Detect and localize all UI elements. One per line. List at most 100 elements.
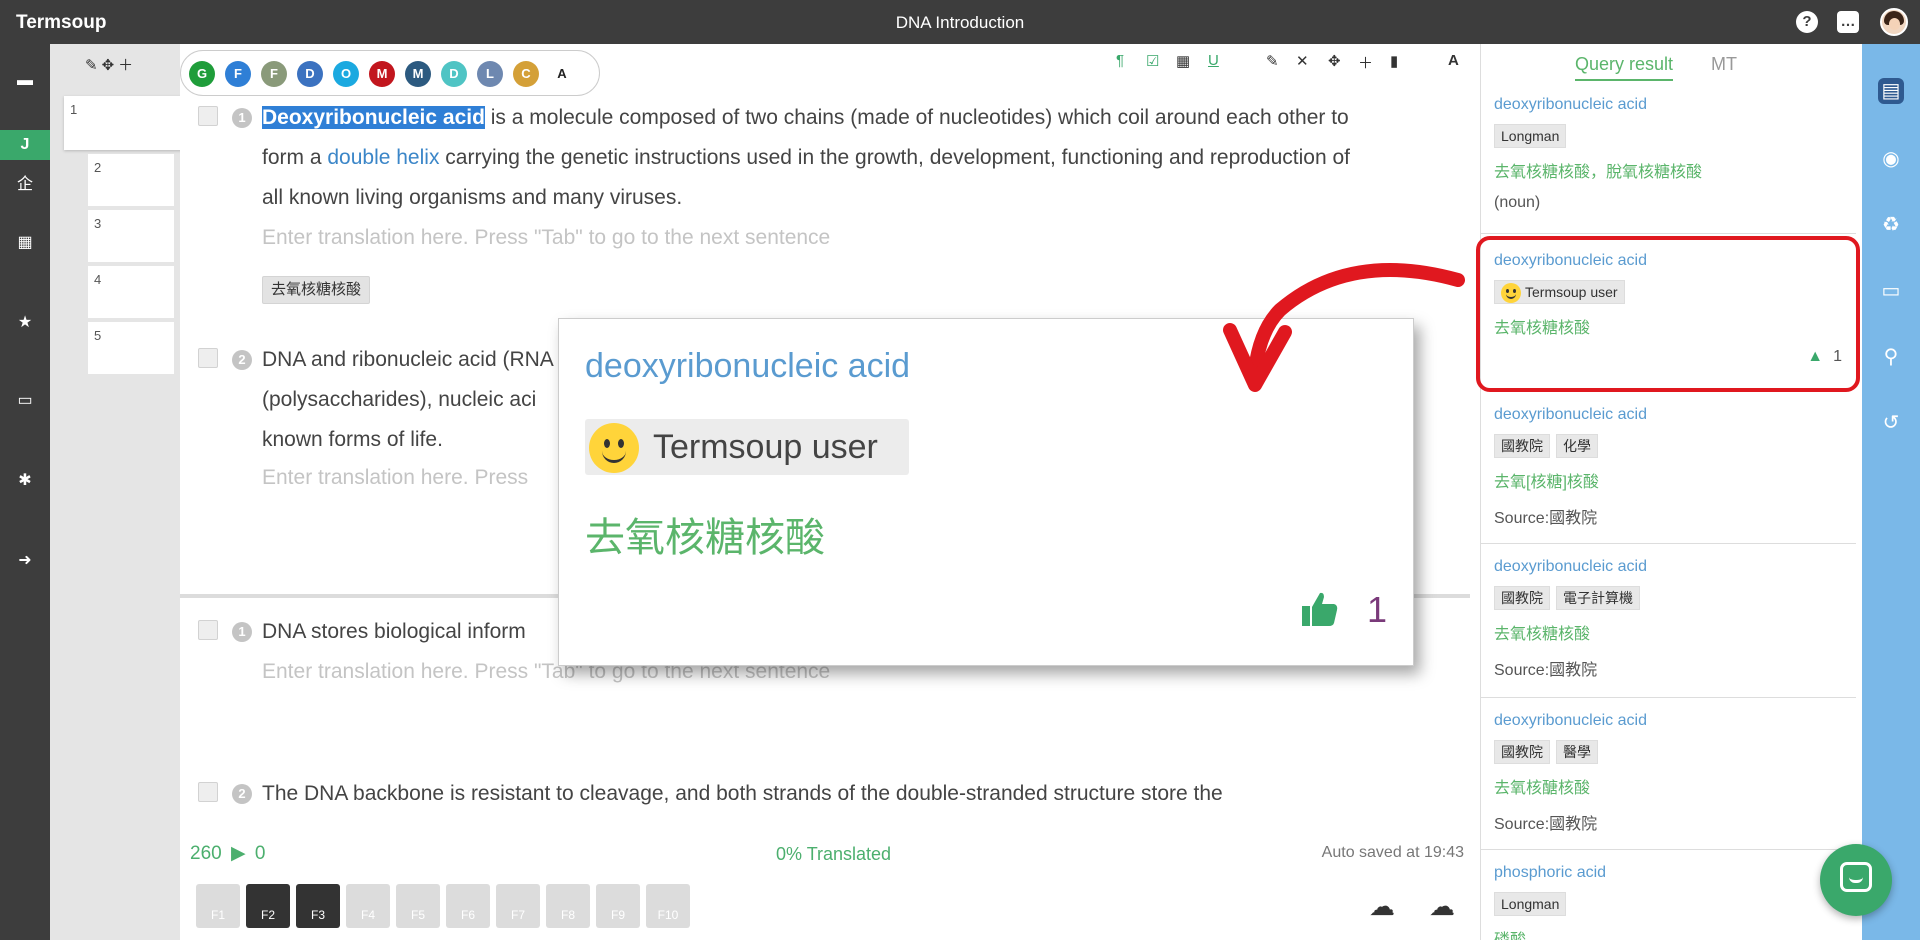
- segment-checkbox[interactable]: [198, 782, 218, 802]
- query-source: Source:國教院: [1494, 816, 1598, 833]
- fkey-f5[interactable]: F5: [396, 884, 440, 928]
- lang-pill[interactable]: L: [477, 61, 503, 87]
- underline-icon[interactable]: U: [1208, 52, 1219, 69]
- query-card-highlighted[interactable]: deoxyribonucleic acid Termsoup user 去氧核糖…: [1476, 236, 1860, 392]
- thumbs-up-icon[interactable]: [1300, 589, 1340, 629]
- smiley-icon: [1501, 283, 1521, 304]
- lang-pill[interactable]: M: [405, 61, 431, 87]
- highlighted-term[interactable]: Deoxyribonucleic acid: [262, 106, 485, 129]
- tab-query-result[interactable]: Query result: [1575, 54, 1674, 81]
- lang-pill[interactable]: F: [261, 61, 287, 87]
- segment-number: 2: [232, 350, 252, 370]
- tab-mt[interactable]: MT: [1711, 54, 1737, 75]
- lang-pill[interactable]: F: [225, 61, 251, 87]
- lang-pill[interactable]: D: [441, 61, 467, 87]
- right-rail: ▤ ◉ ♻ ▭ ⚲ ↺: [1862, 44, 1920, 940]
- comment-icon[interactable]: ▭: [1878, 278, 1904, 304]
- query-card[interactable]: deoxyribonucleic acid Longman 去氧核糖核酸，脫氧核…: [1480, 84, 1856, 234]
- translation-placeholder: Enter translation here. Press "Tab" to g…: [262, 226, 831, 249]
- search-icon[interactable]: ⚲: [1878, 344, 1904, 370]
- source-segment-1[interactable]: Deoxyribonucleic acid is a molecule comp…: [262, 98, 1372, 218]
- autosave-status: Auto saved at 19:43: [1321, 844, 1464, 861]
- add-icon[interactable]: ＋: [1358, 52, 1373, 73]
- glossary-icon[interactable]: ▤: [1878, 78, 1904, 104]
- term-tag[interactable]: 去氧核糖核酸: [262, 276, 371, 304]
- lang-pill[interactable]: G: [189, 61, 215, 87]
- segment-checkbox[interactable]: [198, 620, 218, 640]
- chat-support-button[interactable]: [1820, 844, 1892, 916]
- folder-icon[interactable]: ▬: [0, 66, 50, 96]
- query-card[interactable]: phosphoric acid Longman 磷酸: [1480, 852, 1856, 940]
- query-translation: 去氧[核糖]核酸: [1494, 474, 1599, 491]
- query-translation: 磷酸: [1494, 926, 1842, 940]
- query-term: deoxyribonucleic acid: [1494, 712, 1647, 729]
- source-segment-4[interactable]: The DNA backbone is resistant to cleavag…: [262, 774, 1372, 814]
- company-icon[interactable]: 企: [0, 170, 50, 200]
- segment-item-1[interactable]: 1: [64, 96, 194, 150]
- popup-translation: 去氧核糖核酸: [585, 516, 825, 560]
- term-link[interactable]: double helix: [327, 146, 439, 169]
- query-translation: 去氧核醣核酸: [1494, 780, 1591, 797]
- segment-checkbox[interactable]: [198, 348, 218, 368]
- trash-icon[interactable]: ▮: [1390, 52, 1398, 70]
- rail-item-j[interactable]: J: [0, 130, 50, 160]
- grid-icon[interactable]: ▦: [1176, 52, 1190, 70]
- lang-pill[interactable]: D: [297, 61, 323, 87]
- query-card[interactable]: deoxyribonucleic acid 國教院 醫學 去氧核醣核酸 Sourc…: [1480, 700, 1856, 850]
- like-row: ▲ 1: [1494, 348, 1842, 366]
- fkey-f1[interactable]: F1: [196, 884, 240, 928]
- target-count: 0: [254, 843, 266, 864]
- query-translation: 去氧核糖核酸: [1494, 320, 1591, 338]
- paragraph-icon[interactable]: ¶: [1116, 52, 1124, 69]
- fkey-f3[interactable]: F3: [296, 884, 340, 928]
- chat-icon[interactable]: …: [1837, 11, 1859, 33]
- move-icon[interactable]: ✥: [1328, 52, 1341, 70]
- help-icon[interactable]: ?: [1796, 11, 1818, 33]
- fkey-f7[interactable]: F7: [496, 884, 540, 928]
- fkey-f10[interactable]: F10: [646, 884, 690, 928]
- source-chip: 國教院: [1494, 434, 1550, 458]
- compress-icon[interactable]: ✕: [1296, 52, 1309, 70]
- source-count: 260: [190, 843, 222, 864]
- font-icon[interactable]: A: [1448, 52, 1459, 69]
- segment-item-3[interactable]: 3: [88, 210, 174, 262]
- fkey-f6[interactable]: F6: [446, 884, 490, 928]
- query-card[interactable]: deoxyribonucleic acid 國教院 化學 去氧[核糖]核酸 Sou…: [1480, 394, 1856, 544]
- lang-pill[interactable]: O: [333, 61, 359, 87]
- eye-icon[interactable]: ◉: [1878, 146, 1904, 172]
- history-icon[interactable]: ↺: [1878, 410, 1904, 436]
- logout-icon[interactable]: ➜: [0, 546, 50, 576]
- play-icon[interactable]: ▶: [231, 843, 246, 864]
- query-term: deoxyribonucleic acid: [1494, 252, 1647, 269]
- query-term: deoxyribonucleic acid: [1494, 96, 1647, 113]
- top-bar: Termsoup DNA Introduction ? …: [0, 0, 1920, 44]
- segment-item-4[interactable]: 4: [88, 266, 174, 318]
- lang-pill[interactable]: C: [513, 61, 539, 87]
- segment-number: 1: [232, 622, 252, 642]
- segment-item-2[interactable]: 2: [88, 154, 174, 206]
- cloud-download-icon[interactable]: ☁: [1422, 890, 1462, 922]
- film-icon[interactable]: ▦: [0, 228, 50, 258]
- fkey-f4[interactable]: F4: [346, 884, 390, 928]
- thumbs-up-icon[interactable]: ▲: [1807, 348, 1823, 365]
- query-card[interactable]: deoxyribonucleic acid 國教院 電子計算機 去氧核糖核酸 So…: [1480, 546, 1856, 698]
- recycle-icon[interactable]: ♻: [1878, 212, 1904, 238]
- store-icon[interactable]: ▭: [0, 386, 50, 416]
- lang-pill[interactable]: A: [549, 61, 575, 87]
- segment-tools[interactable]: ✎✥＋: [85, 54, 137, 75]
- fkey-f9[interactable]: F9: [596, 884, 640, 928]
- checkbox-icon[interactable]: ☑: [1146, 52, 1159, 70]
- query-translation: 去氧核糖核酸，脫氧核糖核酸: [1494, 164, 1703, 181]
- lang-pill[interactable]: M: [369, 61, 395, 87]
- fkey-f8[interactable]: F8: [546, 884, 590, 928]
- star-icon[interactable]: ★: [0, 308, 50, 338]
- avatar[interactable]: [1880, 8, 1908, 36]
- segment-item-5[interactable]: 5: [88, 322, 174, 374]
- segment-checkbox[interactable]: [198, 106, 218, 126]
- cloud-upload-icon[interactable]: ☁: [1362, 890, 1402, 922]
- fkey-f2[interactable]: F2: [246, 884, 290, 928]
- source-chip: Longman: [1494, 892, 1567, 916]
- segment-number: 2: [232, 784, 252, 804]
- pencil-icon[interactable]: ✎: [1266, 52, 1279, 70]
- gear-icon[interactable]: ✱: [0, 466, 50, 496]
